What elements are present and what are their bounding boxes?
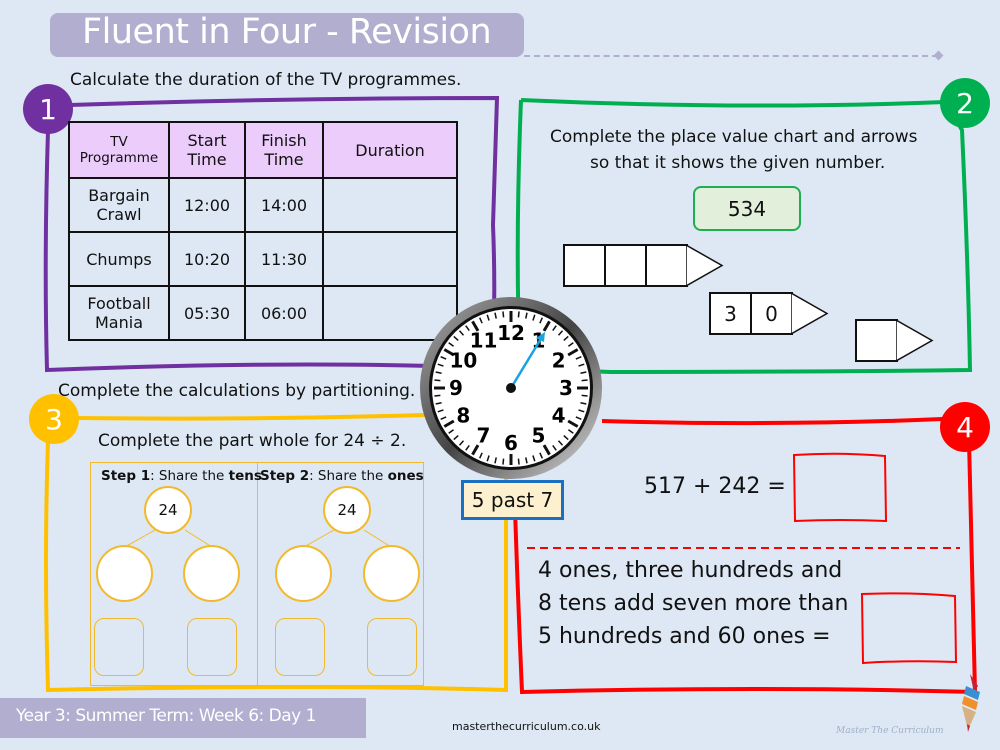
header-duration: Duration [322, 121, 458, 179]
cell-duration[interactable] [322, 177, 458, 233]
clock-number: 9 [449, 376, 463, 400]
cell-duration[interactable] [322, 231, 458, 287]
hundreds-place-value-row [563, 244, 724, 287]
tens-place-value-row: 3 0 [709, 292, 829, 335]
arrow-icon [791, 292, 829, 335]
clock-tick [517, 311, 520, 318]
arrow-icon [896, 319, 934, 362]
part-circle[interactable] [183, 545, 240, 602]
cell-programme: Chumps [68, 231, 170, 287]
pencil-logo-icon [962, 674, 980, 732]
clock-tick [434, 379, 441, 382]
question-2-badge: 2 [940, 78, 990, 128]
analog-clock: 121234567891011 [420, 297, 602, 479]
pv-cell[interactable] [563, 244, 606, 287]
clock-tick [581, 394, 588, 397]
question-1-badge: 1 [23, 84, 73, 134]
cell-programme: Football Mania [68, 285, 170, 341]
cell-programme: Bargain Crawl [68, 177, 170, 233]
part-circle[interactable] [275, 545, 332, 602]
step2-label: Step 2: Share the ones [260, 468, 424, 484]
pv-cell[interactable] [855, 319, 898, 362]
table-header-row: TV Programme Start Time Finish Time Dura… [68, 121, 458, 179]
whole-circle-step2: 24 [323, 486, 371, 534]
clock-center [506, 383, 516, 393]
title-divider [524, 55, 938, 57]
given-number-box: 534 [693, 186, 801, 231]
question-3-badge: 3 [29, 394, 79, 444]
pv-cell[interactable] [645, 244, 688, 287]
clock-number: 5 [532, 424, 546, 448]
clock-number: 12 [497, 321, 525, 345]
whole-circle-step1: 24 [144, 486, 192, 534]
q4-answer-box-1 [792, 452, 888, 523]
clock-number: 8 [456, 404, 470, 428]
clock-tick [517, 458, 520, 465]
ones-place-value-row [855, 319, 934, 362]
header-start: Start Time [168, 121, 246, 179]
part-circle[interactable] [96, 545, 153, 602]
q1-prompt: Calculate the duration of the TV program… [70, 70, 462, 90]
answer-square[interactable] [94, 618, 144, 676]
pv-cell: 3 [709, 292, 752, 335]
title-divider-end [933, 50, 944, 61]
clock-number: 4 [552, 404, 566, 428]
lesson-label: Year 3: Summer Term: Week 6: Day 1 [16, 706, 316, 726]
answer-square[interactable] [187, 618, 237, 676]
table-row: Bargain Crawl 12:00 14:00 [68, 177, 458, 233]
q3-subprompt: Complete the part whole for 24 ÷ 2. [98, 431, 407, 451]
clock-tick [502, 311, 505, 318]
cell-finish: 11:30 [244, 231, 324, 287]
question-4-badge: 4 [940, 402, 990, 452]
part-circle[interactable] [363, 545, 420, 602]
clock-number: 2 [552, 349, 566, 373]
clock-time-label: 5 past 7 [461, 480, 564, 520]
tv-schedule-table: TV Programme Start Time Finish Time Dura… [68, 121, 458, 341]
cell-start: 12:00 [168, 177, 246, 233]
cell-finish: 14:00 [244, 177, 324, 233]
cell-finish: 06:00 [244, 285, 324, 341]
clock-number: 7 [477, 424, 491, 448]
part-whole-divider [257, 462, 258, 686]
q2-prompt-line2: so that it shows the given number. [590, 153, 886, 173]
website-link[interactable]: masterthecurriculum.co.uk [452, 720, 600, 733]
answer-square[interactable] [367, 618, 417, 676]
clock-number: 3 [559, 376, 573, 400]
clock-tick [502, 458, 505, 465]
clock-tick [581, 379, 588, 382]
q4-word-problem: 4 ones, three hundreds and 8 tens add se… [538, 558, 849, 649]
q4-answer-box-2 [860, 592, 958, 665]
pv-cell: 0 [750, 292, 793, 335]
header-finish: Finish Time [244, 121, 324, 179]
q4-equation: 517 + 242 = [644, 474, 786, 499]
header-programme: TV Programme [68, 121, 170, 179]
clock-number: 6 [504, 431, 518, 455]
cell-start: 05:30 [168, 285, 246, 341]
q3-prompt: Complete the calculations by partitionin… [58, 381, 416, 401]
table-row: Chumps 10:20 11:30 [68, 231, 458, 287]
clock-tick [434, 394, 441, 397]
cell-start: 10:20 [168, 231, 246, 287]
clock-number: 11 [470, 328, 498, 352]
arrow-icon [686, 244, 724, 287]
answer-square[interactable] [275, 618, 325, 676]
logo-text: Master The Curriculum [836, 726, 944, 736]
pv-cell[interactable] [604, 244, 647, 287]
table-row: Football Mania 05:30 06:00 [68, 285, 458, 341]
step1-label: Step 1: Share the tens [101, 468, 262, 484]
page-title: Fluent in Four - Revision [82, 12, 492, 52]
q2-prompt-line1: Complete the place value chart and arrow… [550, 127, 918, 147]
